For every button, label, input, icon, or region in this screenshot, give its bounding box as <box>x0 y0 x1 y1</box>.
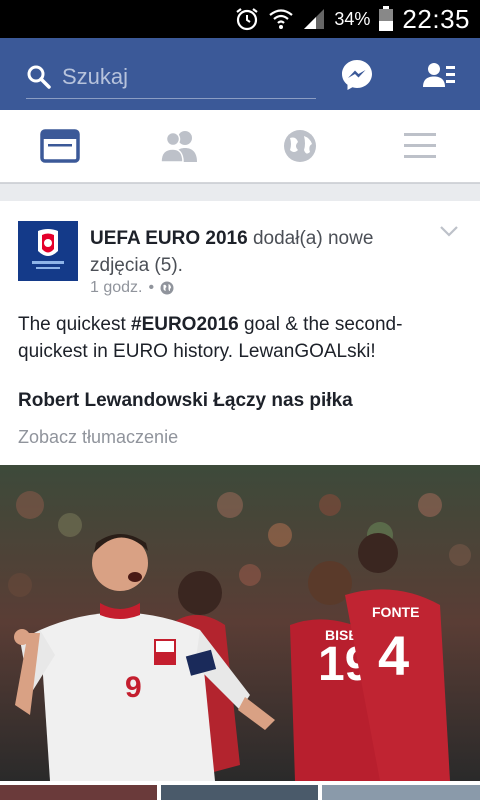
page-avatar[interactable] <box>18 221 78 281</box>
friends-icon[interactable] <box>160 128 200 164</box>
search-input[interactable]: Szukaj <box>26 56 316 99</box>
hashtag-link[interactable]: #EURO2016 <box>131 314 239 335</box>
photo-thumbnails[interactable] <box>0 785 480 800</box>
post-meta: 1 godz. • <box>90 279 174 297</box>
post-caption: Robert Lewandowski Łączy nas piłka <box>18 390 353 411</box>
jersey-number-4: 4 <box>378 624 409 687</box>
menu-icon[interactable] <box>400 128 440 164</box>
jersey-number-9: 9 <box>125 671 142 704</box>
search-placeholder: Szukaj <box>62 64 129 89</box>
globe-icon[interactable] <box>280 128 320 164</box>
tab-bar <box>0 110 480 183</box>
chevron-down-icon[interactable] <box>440 225 458 237</box>
friend-requests-icon[interactable] <box>422 58 456 92</box>
post-header: UEFA EURO 2016 dodał(a) nowe zdjęcia (5)… <box>90 225 430 279</box>
alarm-icon <box>236 8 259 31</box>
euro-2016-logo <box>18 221 78 281</box>
post-text: The quickest #EURO2016 goal & the second… <box>18 311 463 365</box>
meta-separator: • <box>148 279 155 296</box>
public-globe-icon <box>160 281 174 295</box>
post-text-start: The quickest <box>18 314 131 335</box>
signal-icon <box>304 9 325 29</box>
battery-icon <box>379 6 394 31</box>
page-name[interactable]: UEFA EURO 2016 <box>90 228 248 249</box>
status-time: 22:35 <box>402 3 470 34</box>
post-photo[interactable]: 19 BISEU 4 FONTE 9 <box>0 465 480 781</box>
feed-post: UEFA EURO 2016 dodał(a) nowe zdjęcia (5)… <box>0 201 480 800</box>
wifi-icon <box>269 9 294 29</box>
battery-percent: 34% <box>334 8 371 29</box>
news-feed-icon[interactable] <box>40 128 80 164</box>
feed-divider <box>0 183 480 202</box>
search-icon <box>27 65 51 89</box>
see-translation-link[interactable]: Zobacz tłumaczenie <box>18 427 178 448</box>
top-bar: Szukaj <box>0 38 480 110</box>
jersey-name-fonte: FONTE <box>372 604 419 620</box>
football-photo: 19 BISEU 4 FONTE 9 <box>0 465 480 781</box>
post-time[interactable]: 1 godz. <box>90 279 142 297</box>
messenger-icon[interactable] <box>340 58 374 92</box>
status-bar: 34% 22:35 <box>0 0 480 38</box>
status-icons: 34% 22:35 <box>234 0 470 38</box>
